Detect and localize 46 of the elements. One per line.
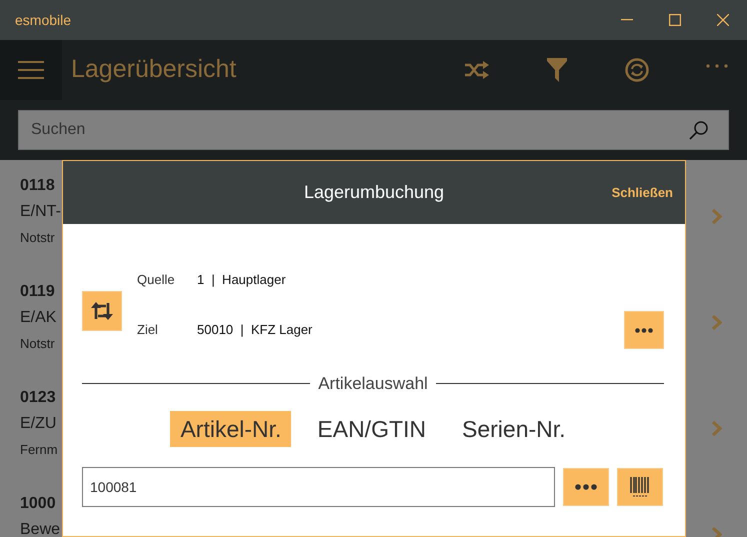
refresh-icon (625, 58, 649, 82)
barcode-icon (630, 477, 650, 497)
select-target-button[interactable] (624, 311, 664, 349)
item-description: Fernm (20, 441, 58, 459)
close-icon (717, 14, 729, 26)
mode-tab[interactable]: EAN/GTIN (307, 410, 436, 447)
swap-arrows-icon (91, 301, 113, 321)
more-icon (575, 484, 597, 490)
scan-barcode-button[interactable] (617, 468, 663, 506)
chevron-right-icon (711, 315, 722, 330)
menu-button[interactable] (0, 40, 62, 100)
item-description: Notstr (20, 229, 55, 247)
chevron-right-icon (711, 209, 722, 224)
chevron-right-icon (711, 421, 722, 436)
maximize-icon (669, 14, 681, 26)
mode-tab[interactable]: Artikel-Nr. (170, 410, 292, 447)
target-value: 50010 | KFZ Lager (197, 321, 314, 340)
item-number: 0119 (20, 282, 55, 302)
browse-articles-button[interactable] (563, 468, 609, 506)
item-number: 0123 (20, 388, 56, 408)
item-name: E/ZU (20, 414, 56, 434)
article-number-field[interactable]: 100081 (82, 467, 555, 507)
item-number: 1000 (20, 494, 56, 514)
window-title: esmobile (14, 10, 72, 30)
search-icon (689, 120, 709, 140)
source-value: 1 | Hauptlager (197, 271, 287, 290)
swap-button[interactable] (82, 291, 122, 331)
more-icon (706, 64, 728, 68)
search-field[interactable]: Suchen (18, 110, 729, 150)
shuffle-icon (465, 61, 489, 79)
filter-icon (547, 58, 567, 82)
minimize-icon (621, 19, 633, 21)
item-name: Bewe (20, 520, 60, 537)
section-title: Artikelauswahl (318, 373, 428, 395)
more-icon (635, 328, 653, 332)
item-name: E/AK (20, 308, 56, 328)
page-title: Lagerübersicht (71, 54, 238, 86)
item-number: 0118 (20, 176, 55, 196)
source-label: Quelle (137, 271, 176, 290)
mode-tab[interactable]: Serien-Nr. (452, 410, 576, 447)
item-name: E/NT- (20, 202, 61, 222)
target-label: Ziel (137, 321, 159, 340)
item-description: Notstr (20, 335, 55, 353)
menu-icon (18, 61, 44, 79)
close-button[interactable]: Schließen (612, 183, 673, 202)
dialog-title: Lagerumbuchung (304, 181, 444, 204)
